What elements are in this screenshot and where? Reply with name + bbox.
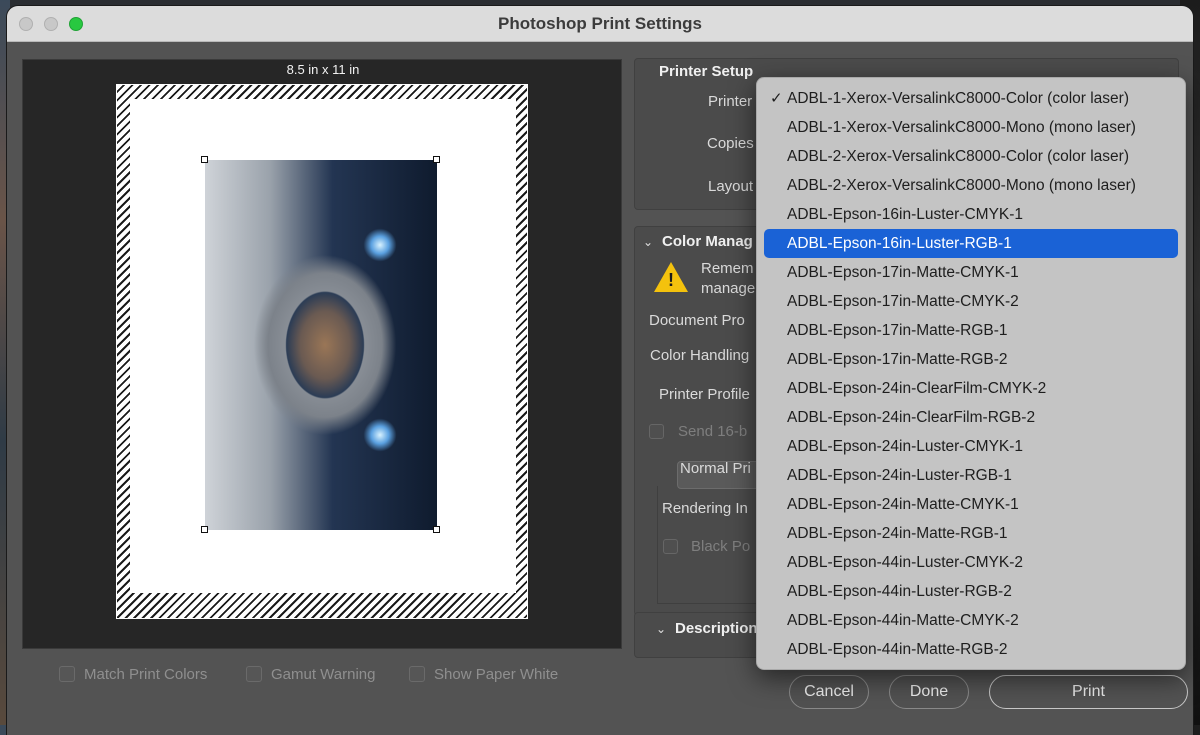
printer-menu-item-label: ADBL-Epson-24in-Matte-CMYK-1 (787, 496, 1019, 513)
gamut-warning-checkbox[interactable]: Gamut Warning (246, 664, 375, 684)
printer-menu-item-label: ADBL-2-Xerox-VersalinkC8000-Color (color… (787, 148, 1129, 165)
resize-handle-top-left[interactable] (201, 156, 208, 163)
printer-menu-item[interactable]: ADBL-Epson-44in-Matte-RGB-2 (764, 635, 1178, 664)
printer-menu-item-label: ADBL-Epson-44in-Matte-RGB-2 (787, 641, 1008, 658)
printer-label: Printer (708, 93, 753, 110)
print-mode-value: Normal Pri (680, 460, 751, 477)
checkmark-icon: ✓ (770, 90, 783, 107)
preview-image[interactable] (205, 160, 437, 530)
printer-menu-item[interactable]: ADBL-Epson-44in-Luster-RGB-2 (764, 577, 1178, 606)
black-point-label: Black Po (691, 538, 751, 555)
match-print-colors-checkbox[interactable]: Match Print Colors (59, 664, 207, 684)
checkbox-box[interactable] (59, 666, 75, 682)
warning-icon-mark: ! (668, 270, 674, 290)
printer-menu-item-label: ADBL-Epson-44in-Luster-CMYK-2 (787, 554, 1024, 571)
printer-menu-item[interactable]: ADBL-Epson-24in-ClearFilm-CMYK-2 (764, 374, 1178, 403)
resize-handle-bottom-right[interactable] (433, 526, 440, 533)
checkbox-label: Show Paper White (434, 665, 559, 683)
checkbox-box[interactable] (246, 666, 262, 682)
printer-menu-item-label: ADBL-1-Xerox-VersalinkC8000-Mono (mono l… (787, 119, 1136, 136)
printer-menu-item-label: ADBL-Epson-44in-Luster-RGB-2 (787, 583, 1012, 600)
printer-menu-item-label: ADBL-Epson-17in-Matte-CMYK-1 (787, 264, 1019, 281)
description-heading[interactable]: Description (675, 620, 758, 637)
chevron-down-icon[interactable]: ⌄ (656, 622, 666, 636)
printer-menu-item-label: ADBL-Epson-44in-Matte-CMYK-2 (787, 612, 1019, 629)
warning-text-line-1: Remem (701, 260, 754, 277)
layout-label: Layout (708, 178, 754, 195)
checkbox-box[interactable] (409, 666, 425, 682)
send-16-bit-label: Send 16-b (678, 423, 748, 440)
printer-menu-item[interactable]: ADBL-Epson-24in-Luster-RGB-1 (764, 461, 1178, 490)
printer-profile-label: Printer Profile (659, 386, 750, 403)
printer-menu-item-label: ADBL-Epson-17in-Matte-CMYK-2 (787, 293, 1019, 310)
printer-menu-item-label: ADBL-Epson-24in-ClearFilm-RGB-2 (787, 409, 1036, 426)
warning-text-line-2: manage (701, 280, 756, 297)
checkbox-label: Match Print Colors (84, 665, 208, 683)
printer-menu-item-label: ADBL-Epson-16in-Luster-RGB-1 (787, 235, 1012, 252)
printer-menu-item-label: ADBL-Epson-17in-Matte-RGB-1 (787, 322, 1008, 339)
printer-menu-item-label: ADBL-Epson-24in-ClearFilm-CMYK-2 (787, 380, 1047, 397)
printer-menu-item[interactable]: ADBL-Epson-44in-Matte-CMYK-2 (764, 606, 1178, 635)
printer-menu-item[interactable]: ✓ ADBL-1-Xerox-VersalinkC8000-Color (colo… (764, 84, 1178, 113)
paper-size-label: 8.5 in x 11 in (286, 62, 360, 77)
printer-menu-item[interactable]: ADBL-Epson-24in-Matte-CMYK-1 (764, 490, 1178, 519)
printer-menu-item[interactable]: ADBL-Epson-17in-Matte-CMYK-1 (764, 258, 1178, 287)
color-management-heading[interactable]: Color Manag (662, 233, 753, 250)
printer-menu-item[interactable]: ADBL-2-Xerox-VersalinkC8000-Mono (mono l… (764, 171, 1178, 200)
send-16-bit-checkbox[interactable] (649, 424, 664, 439)
printer-setup-heading: Printer Setup (659, 63, 754, 80)
copies-label: Copies (707, 135, 754, 152)
print-button[interactable]: Print (989, 675, 1188, 709)
checkbox-label: Gamut Warning (271, 665, 376, 683)
rendering-intent-label: Rendering In (662, 500, 748, 517)
printer-menu-item[interactable]: ADBL-Epson-24in-Matte-RGB-1 (764, 519, 1178, 548)
printer-menu-item[interactable]: ADBL-Epson-24in-ClearFilm-RGB-2 (764, 403, 1178, 432)
printer-menu-item-label: ADBL-Epson-24in-Matte-RGB-1 (787, 525, 1008, 542)
printer-menu-item[interactable]: ADBL-1-Xerox-VersalinkC8000-Mono (mono l… (764, 113, 1178, 142)
printer-menu-item[interactable]: ADBL-Epson-17in-Matte-RGB-2 (764, 345, 1178, 374)
printer-menu-item[interactable]: ADBL-Epson-24in-Luster-CMYK-1 (764, 432, 1178, 461)
printer-menu-item-label: ADBL-Epson-24in-Luster-CMYK-1 (787, 438, 1024, 455)
printer-menu-item-label: ADBL-1-Xerox-VersalinkC8000-Color (color… (787, 90, 1129, 107)
document-profile-label: Document Pro (649, 312, 745, 329)
printer-dropdown-menu: ✓ ADBL-1-Xerox-VersalinkC8000-Color (colo… (756, 77, 1186, 670)
printer-menu-item-label: ADBL-Epson-17in-Matte-RGB-2 (787, 351, 1008, 368)
resize-handle-bottom-left[interactable] (201, 526, 208, 533)
cancel-button[interactable]: Cancel (789, 675, 869, 709)
window-title: Photoshop Print Settings (498, 14, 702, 33)
resize-handle-top-right[interactable] (433, 156, 440, 163)
print-preview: 8.5 in x 11 in (22, 59, 622, 649)
printer-menu-item[interactable]: ADBL-Epson-17in-Matte-RGB-1 (764, 316, 1178, 345)
title-bar: Photoshop Print Settings (7, 6, 1193, 42)
printer-menu-item[interactable]: ADBL-Epson-16in-Luster-CMYK-1 (764, 200, 1178, 229)
done-button[interactable]: Done (889, 675, 969, 709)
printer-menu-item[interactable]: ADBL-Epson-16in-Luster-RGB-1 (764, 229, 1178, 258)
printer-menu-item[interactable]: ADBL-2-Xerox-VersalinkC8000-Color (color… (764, 142, 1178, 171)
printer-menu-item-label: ADBL-2-Xerox-VersalinkC8000-Mono (mono l… (787, 177, 1136, 194)
image-frame (116, 84, 528, 619)
show-paper-white-checkbox[interactable]: Show Paper White (409, 664, 558, 684)
color-handling-label: Color Handling (650, 347, 750, 364)
chevron-down-icon[interactable]: ⌄ (643, 235, 653, 249)
printer-menu-item[interactable]: ADBL-Epson-44in-Luster-CMYK-2 (764, 548, 1178, 577)
black-point-checkbox[interactable] (663, 539, 678, 554)
printer-menu-item[interactable]: ADBL-Epson-17in-Matte-CMYK-2 (764, 287, 1178, 316)
printer-menu-item-label: ADBL-Epson-16in-Luster-CMYK-1 (787, 206, 1024, 223)
printer-menu-item-label: ADBL-Epson-24in-Luster-RGB-1 (787, 467, 1012, 484)
